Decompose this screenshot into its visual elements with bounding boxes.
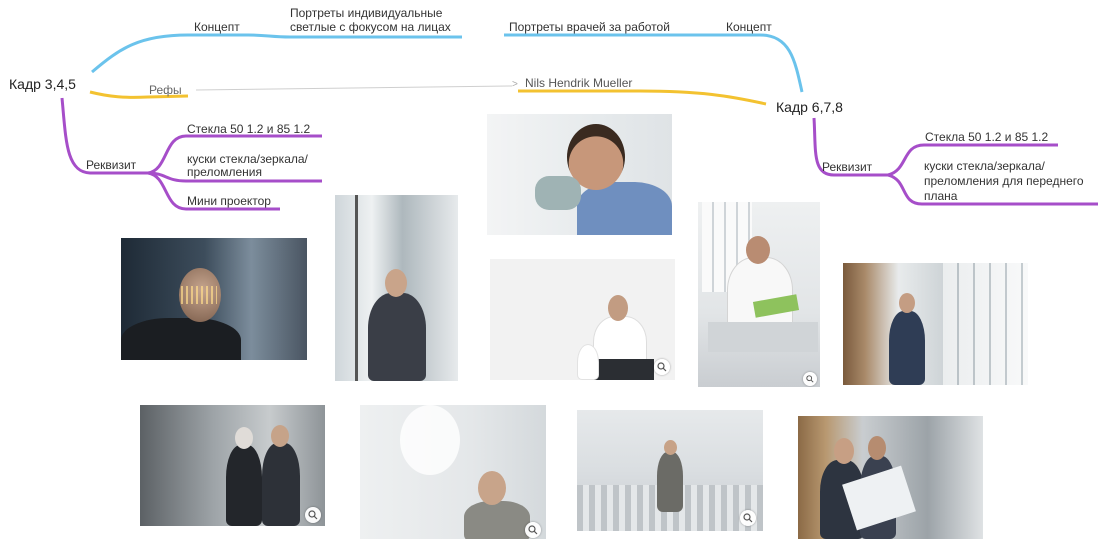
- left-concept-item-line2[interactable]: светлые с фокусом на лицах: [290, 21, 451, 34]
- right-ref-item[interactable]: Nils Hendrik Mueller: [525, 77, 632, 90]
- photo-man-sitting-white-studio[interactable]: [490, 259, 675, 380]
- photo-chef-reading[interactable]: [698, 202, 820, 387]
- zoom-icon[interactable]: [654, 359, 670, 375]
- right-props-item-glass-line2[interactable]: преломления для переднего: [924, 175, 1084, 188]
- left-refs-label[interactable]: Рефы: [149, 84, 182, 97]
- photo-two-men-factory[interactable]: [140, 405, 325, 526]
- right-props-item-glass-line3[interactable]: плана: [924, 190, 957, 203]
- left-props-label[interactable]: Реквизит: [86, 159, 136, 172]
- photo-men-reading-blueprint[interactable]: [798, 416, 983, 539]
- photo-man-chin-on-hand[interactable]: [360, 405, 546, 539]
- right-ref-branch: [518, 89, 767, 106]
- left-concept-label[interactable]: Концепт: [194, 21, 240, 34]
- left-concept-item-line1[interactable]: Портреты индивидуальные: [290, 7, 442, 20]
- left-concept-items-branch: [247, 33, 462, 39]
- right-root-node[interactable]: Кадр 6,7,8: [776, 100, 843, 114]
- refs-link-arrow: >: [512, 79, 518, 90]
- right-concept-branch: [686, 33, 804, 93]
- right-props-item-glass-line1[interactable]: куски стекла/зеркала/: [924, 160, 1045, 173]
- mindmap-canvas: Кадр 3,4,5 Концепт Портреты индивидуальн…: [0, 0, 1099, 539]
- zoom-icon[interactable]: [305, 507, 321, 523]
- photo-man-hall-standing[interactable]: [577, 410, 763, 531]
- photo-man-face-projection[interactable]: [121, 238, 307, 360]
- right-concept-item[interactable]: Портреты врачей за работой: [509, 21, 670, 34]
- right-concept-label[interactable]: Концепт: [726, 21, 772, 34]
- left-props-item-lenses[interactable]: Стекла 50 1.2 и 85 1.2: [187, 123, 310, 136]
- refs-link-line: [195, 85, 513, 91]
- photo-man-curly-hair-holding-object[interactable]: [487, 114, 672, 235]
- left-props-item-glass-line2[interactable]: преломления: [187, 166, 262, 179]
- zoom-icon[interactable]: [740, 510, 756, 526]
- photo-man-suit-glass-office[interactable]: [335, 195, 458, 381]
- left-props-item-projector[interactable]: Мини проектор: [187, 195, 271, 208]
- right-props-item-lenses[interactable]: Стекла 50 1.2 и 85 1.2: [925, 131, 1048, 144]
- left-root-node[interactable]: Кадр 3,4,5: [9, 77, 76, 91]
- left-concept-branch: [91, 33, 248, 74]
- right-props-label[interactable]: Реквизит: [822, 161, 872, 174]
- zoom-icon[interactable]: [803, 372, 817, 386]
- photo-man-corridor[interactable]: [843, 263, 1028, 385]
- zoom-icon[interactable]: [525, 522, 541, 538]
